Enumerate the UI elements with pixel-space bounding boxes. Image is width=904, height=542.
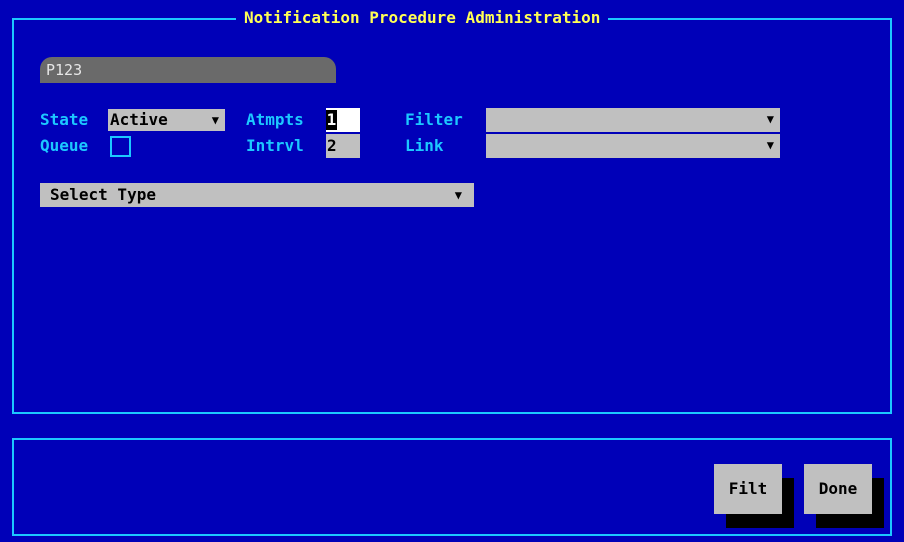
state-dropdown[interactable]: Active ▼ bbox=[108, 109, 225, 131]
select-type-dropdown[interactable]: Select Type ▼ bbox=[40, 183, 474, 207]
chevron-down-icon: ▼ bbox=[454, 188, 462, 202]
chevron-down-icon: ▼ bbox=[766, 138, 774, 152]
select-type-value: Select Type bbox=[50, 185, 156, 204]
filter-label: Filter bbox=[405, 110, 463, 129]
link-value bbox=[486, 135, 488, 154]
chevron-down-icon: ▼ bbox=[766, 112, 774, 126]
queue-checkbox[interactable] bbox=[110, 136, 131, 157]
filter-dropdown[interactable]: ▼ bbox=[486, 108, 780, 132]
chevron-down-icon: ▼ bbox=[211, 113, 219, 127]
done-button[interactable]: Done bbox=[804, 464, 872, 514]
filt-button[interactable]: Filt bbox=[714, 464, 782, 514]
notification-procedure-screen: Notification Procedure Administration P1… bbox=[0, 0, 904, 542]
atmpts-input[interactable]: 1 bbox=[326, 108, 360, 132]
filter-value bbox=[486, 109, 488, 128]
window-title: Notification Procedure Administration bbox=[236, 8, 609, 28]
atmpts-value: 1 bbox=[326, 110, 337, 130]
state-value: Active bbox=[110, 110, 168, 129]
link-dropdown[interactable]: ▼ bbox=[486, 134, 780, 158]
state-label: State bbox=[40, 110, 89, 129]
link-label: Link bbox=[405, 136, 444, 155]
intrvl-label: Intrvl bbox=[246, 136, 304, 155]
intrvl-input[interactable]: 2 bbox=[326, 134, 360, 158]
atmpts-label: Atmpts bbox=[246, 110, 304, 129]
queue-label: Queue bbox=[40, 136, 89, 155]
procedure-tab[interactable]: P123 bbox=[40, 57, 336, 83]
